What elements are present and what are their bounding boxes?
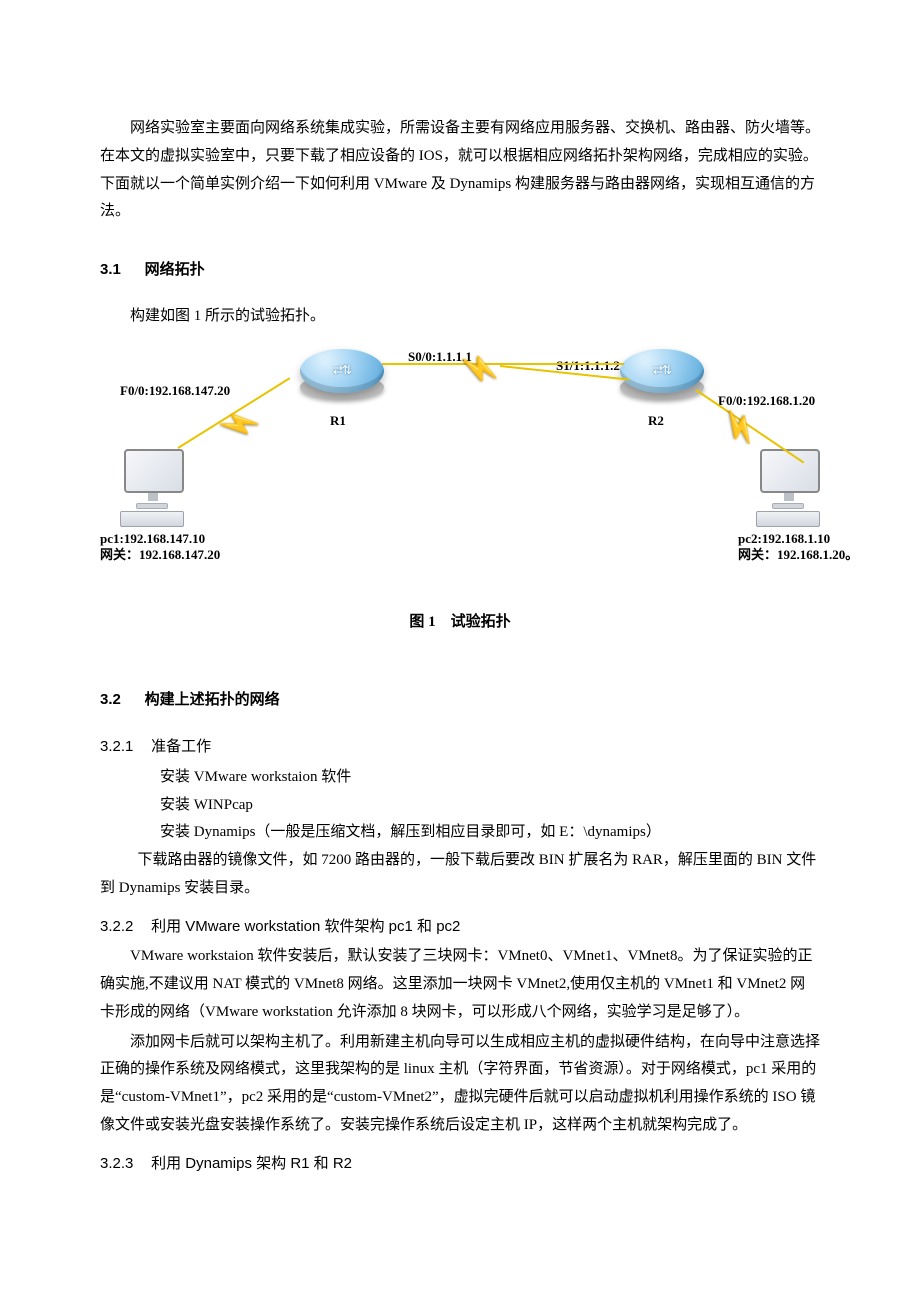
heading-number: 3.2 bbox=[100, 691, 121, 708]
intro-paragraph: 网络实验室主要面向网络系统集成实验，所需设备主要有网络应用服务器、交换机、路由器… bbox=[100, 115, 820, 226]
prep-item: 安装 VMware workstaion 软件 bbox=[100, 764, 820, 792]
r1-f00-label: F0/0:192.168.147.20 bbox=[120, 379, 230, 403]
prep-item: 安装 Dynamips（一般是压缩文档，解压到相应目录即可，如 E：\dynam… bbox=[100, 819, 820, 847]
bolt-icon: ⚡ bbox=[451, 350, 507, 387]
heading-title: 利用 VMware workstation 软件架构 pc1 和 pc2 bbox=[151, 918, 460, 935]
heading-3-2-1: 3.2.1 准备工作 bbox=[100, 733, 820, 762]
heading-3-2-3: 3.2.3 利用 Dynamips 架构 R1 和 R2 bbox=[100, 1150, 820, 1179]
router-r2: ⇄⇅ bbox=[620, 349, 704, 393]
s31-paragraph: 构建如图 1 所示的试验拓扑。 bbox=[100, 303, 820, 331]
heading-3-2: 3.2 构建上述拓扑的网络 bbox=[100, 686, 820, 715]
bolt-icon: ⚡ bbox=[205, 394, 272, 454]
topology-diagram: ⇄⇅ F0/0:192.168.147.20 R1 S0/0:1.1.1.1 ⇄… bbox=[100, 349, 820, 579]
heading-number: 3.2.1 bbox=[100, 738, 133, 755]
figure-caption: 图 1 试验拓扑 bbox=[100, 609, 820, 637]
document-page: 网络实验室主要面向网络系统集成实验，所需设备主要有网络应用服务器、交换机、路由器… bbox=[0, 0, 920, 1302]
heading-title: 准备工作 bbox=[151, 738, 211, 755]
heading-title: 利用 Dynamips 架构 R1 和 R2 bbox=[151, 1155, 352, 1172]
pc2 bbox=[756, 449, 826, 527]
heading-number: 3.1 bbox=[100, 261, 121, 278]
r2-name-label: R2 bbox=[648, 409, 664, 433]
heading-title: 构建上述拓扑的网络 bbox=[145, 692, 280, 708]
pc1-gw-label: 网关：192.168.147.20 bbox=[100, 543, 220, 567]
heading-title: 网络拓扑 bbox=[145, 262, 205, 278]
s322-paragraph-2: 添加网卡后就可以架构主机了。利用新建主机向导可以生成相应主机的虚拟硬件结构，在向… bbox=[100, 1029, 820, 1140]
s321-paragraph: 下载路由器的镜像文件，如 7200 路由器的，一般下载后要改 BIN 扩展名为 … bbox=[100, 847, 820, 903]
pc2-gw-label: 网关：192.168.1.20。 bbox=[738, 543, 858, 567]
prep-item: 安装 WINPcap bbox=[100, 792, 820, 820]
heading-3-2-2: 3.2.2 利用 VMware workstation 软件架构 pc1 和 p… bbox=[100, 913, 820, 942]
heading-number: 3.2.3 bbox=[100, 1155, 133, 1172]
heading-number: 3.2.2 bbox=[100, 918, 133, 935]
pc1 bbox=[120, 449, 190, 527]
r1-name-label: R1 bbox=[330, 409, 346, 433]
heading-3-1: 3.1 网络拓扑 bbox=[100, 256, 820, 285]
router-r1: ⇄⇅ bbox=[300, 349, 384, 393]
s322-paragraph-1: VMware workstaion 软件安装后，默认安装了三块网卡：VMnet0… bbox=[100, 943, 820, 1026]
